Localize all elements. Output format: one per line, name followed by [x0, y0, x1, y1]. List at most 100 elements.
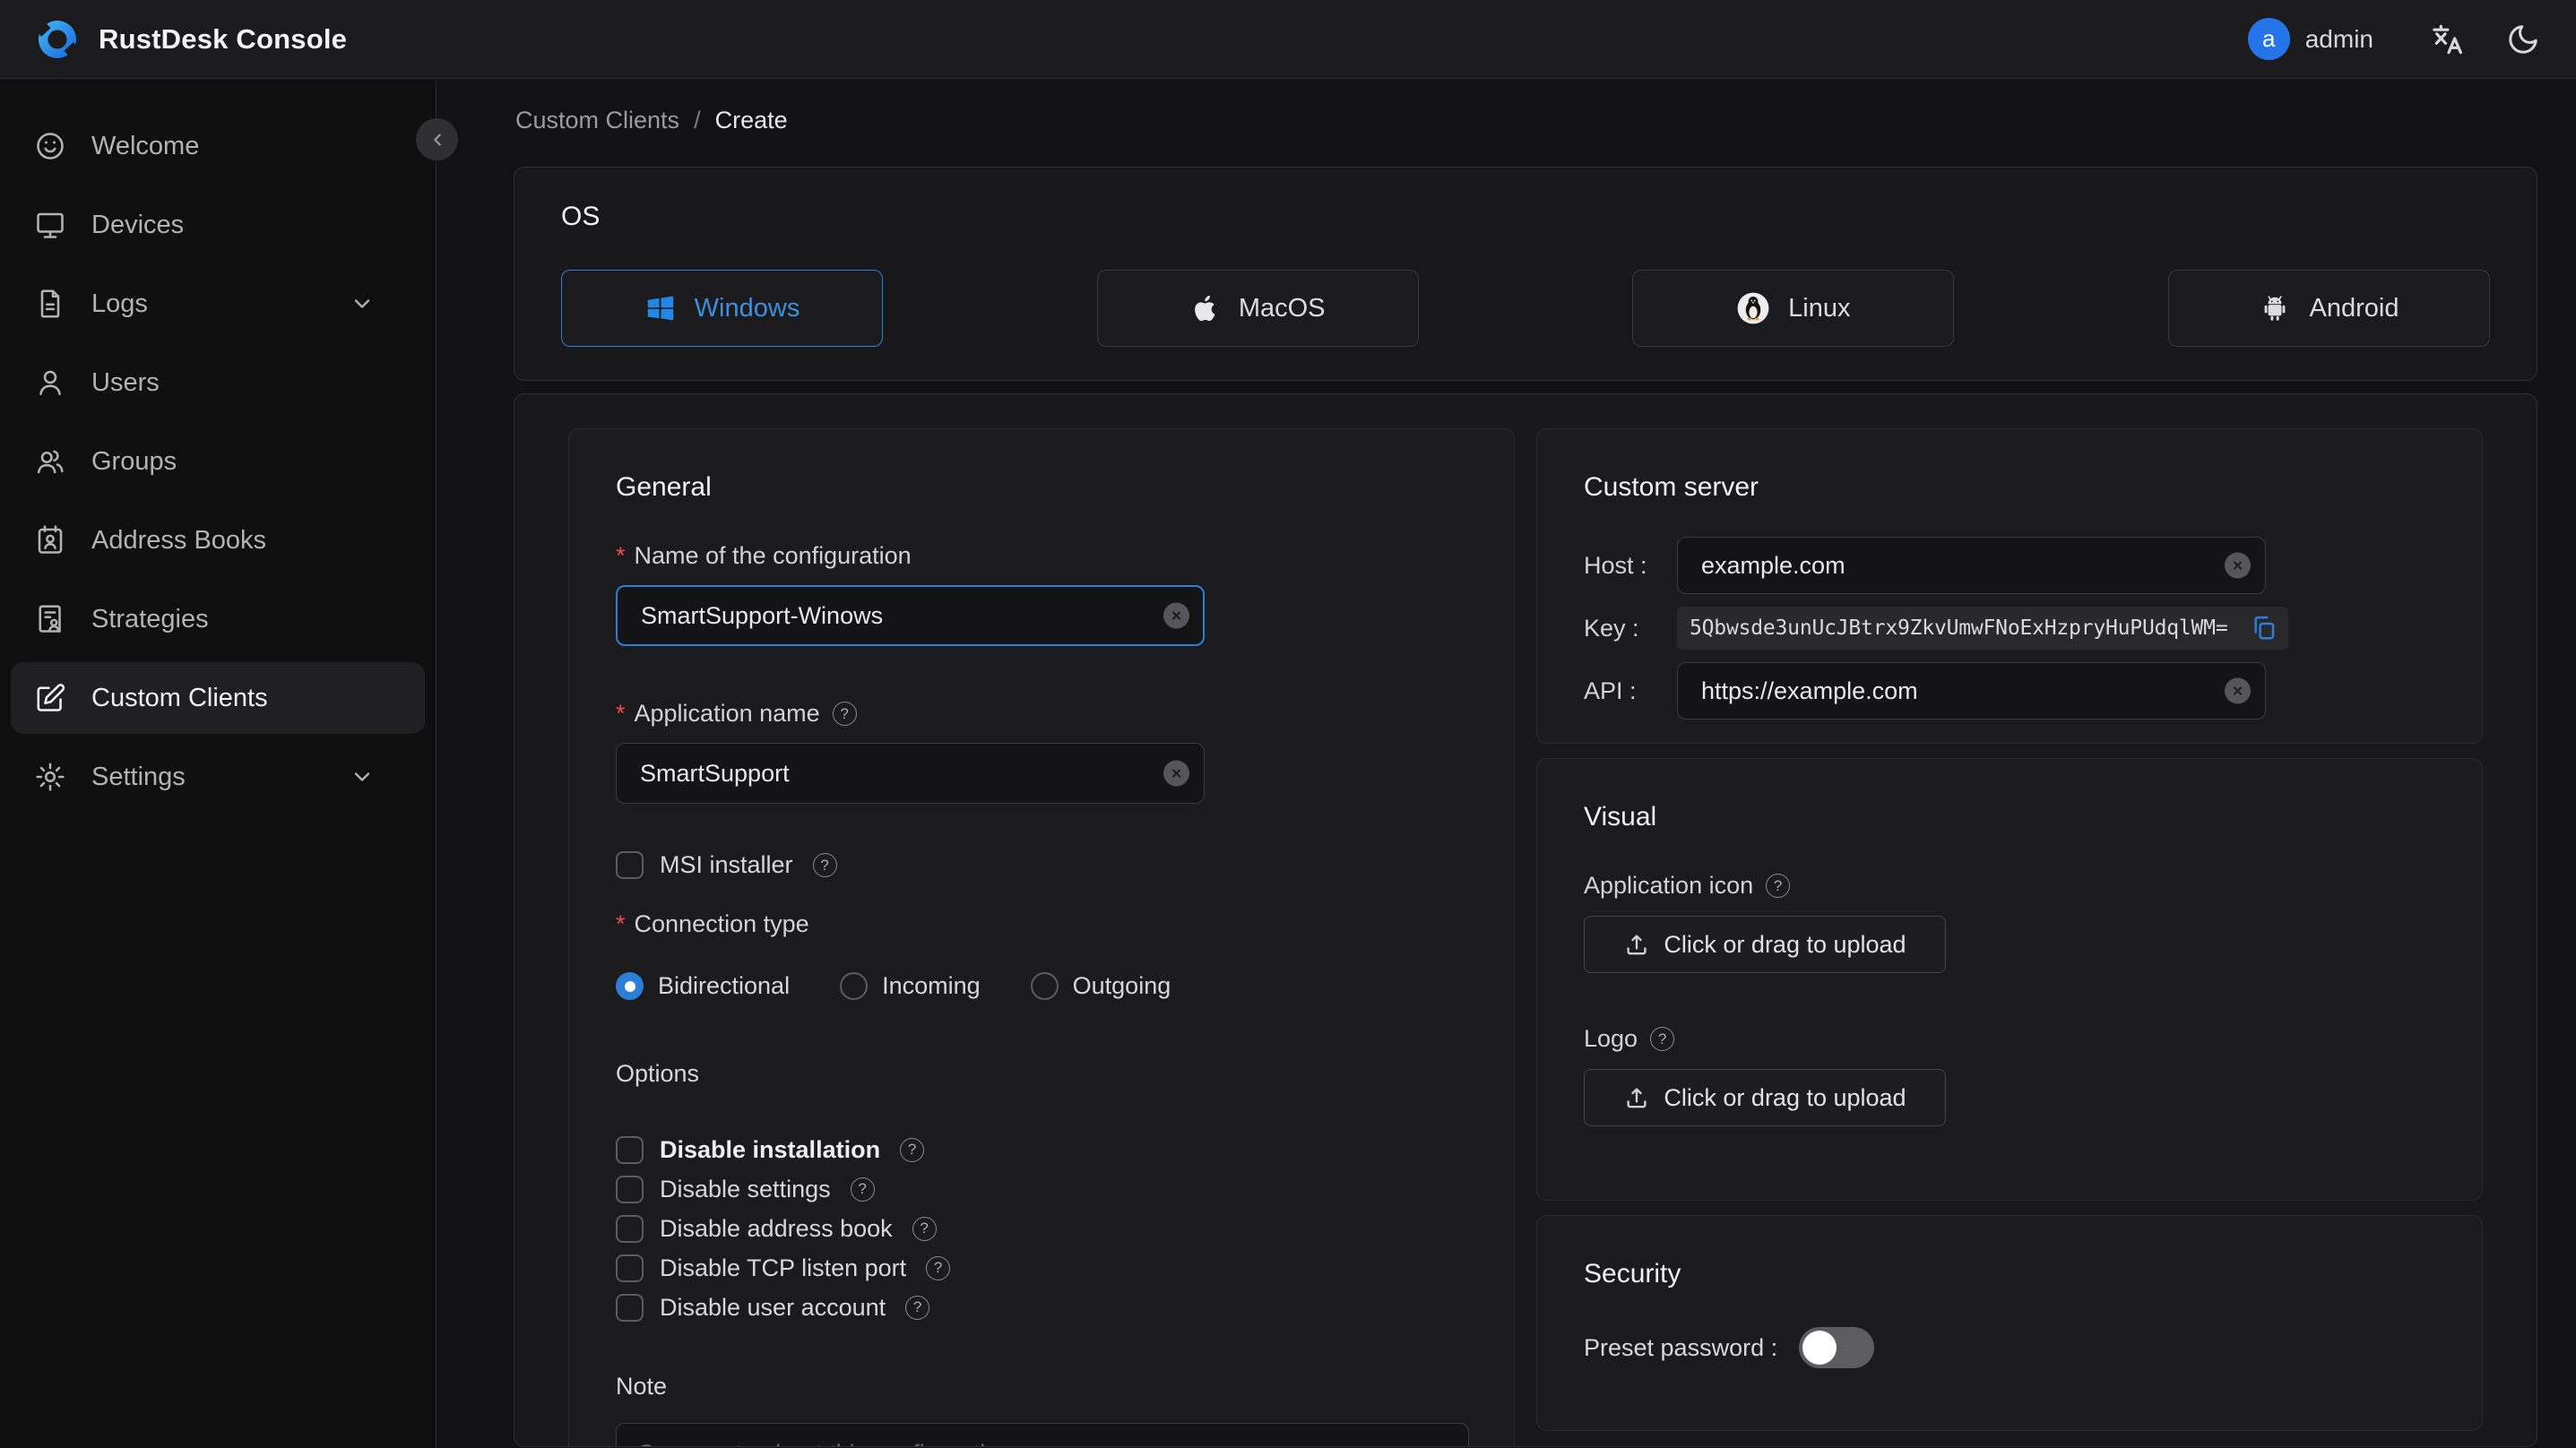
os-button-linux[interactable]: Linux [1632, 270, 1955, 347]
app-name-input[interactable] [616, 743, 1205, 804]
options-label: Options [616, 1060, 700, 1087]
clear-icon[interactable]: ✕ [2225, 552, 2251, 579]
clear-icon[interactable]: ✕ [1163, 760, 1189, 787]
sidebar-item-label: Custom Clients [91, 683, 268, 712]
option-disable-tcp-listen-port: Disable TCP listen port ? [616, 1253, 1467, 1283]
app-name-label: * Application name ? [616, 700, 1467, 728]
translate-icon [2433, 24, 2462, 54]
sidebar-item-users[interactable]: Users [11, 347, 425, 418]
monitor-icon [37, 212, 64, 238]
clear-icon[interactable]: ✕ [2225, 677, 2251, 704]
sidebar-item-settings[interactable]: Settings [11, 741, 425, 813]
help-icon[interactable]: ? [850, 1176, 875, 1202]
upload-label: Click or drag to upload [1664, 1083, 1906, 1111]
apple-icon [1194, 295, 1215, 322]
radio-icon [1030, 972, 1059, 1000]
sidebar-item-groups[interactable]: Groups [11, 426, 425, 497]
connection-type-group: Bidirectional Incoming Outgoing [616, 972, 1467, 1000]
radio-outgoing[interactable]: Outgoing [1030, 972, 1171, 1000]
sidebar-item-address-books[interactable]: Address Books [11, 504, 425, 576]
help-icon[interactable]: ? [812, 853, 837, 877]
gear-icon [36, 763, 65, 791]
host-label: Host : [1584, 551, 1647, 579]
sidebar-item-custom-clients[interactable]: Custom Clients [11, 662, 425, 734]
os-button-label: Windows [694, 293, 800, 323]
users-icon [37, 450, 64, 474]
logo-label: Logo ? [1584, 1025, 2435, 1053]
help-icon[interactable]: ? [926, 1255, 951, 1280]
msi-installer-checkbox[interactable] [616, 851, 644, 879]
sidebar-item-logs[interactable]: Logs [11, 268, 425, 340]
language-button[interactable] [2429, 22, 2465, 57]
disable-tcp-listen-port-checkbox[interactable] [616, 1254, 644, 1282]
breadcrumb: Custom Clients / Create [515, 107, 2537, 134]
help-icon[interactable]: ? [905, 1295, 930, 1320]
disable-installation-checkbox[interactable] [616, 1135, 644, 1164]
key-value-box: 5Qbwsde3unUcJBtrx9ZkvUmwFNoExHzpryHuPUdq… [1677, 607, 2288, 650]
os-button-label: MacOS [1238, 293, 1326, 323]
api-input[interactable] [1677, 662, 2266, 720]
sidebar: Welcome Devices Logs Users Groups Addres… [0, 80, 437, 1448]
option-disable-settings: Disable settings ? [616, 1174, 1467, 1204]
host-row: Host : ✕ [1584, 537, 2435, 594]
help-icon[interactable]: ? [1650, 1027, 1675, 1051]
note-label: Note [616, 1373, 668, 1400]
logo-upload-button[interactable]: Click or drag to upload [1584, 1069, 1946, 1126]
avatar[interactable]: a [2247, 18, 2290, 60]
key-value: 5Qbwsde3unUcJBtrx9ZkvUmwFNoExHzpryHuPUdq… [1690, 616, 2228, 640]
help-icon[interactable]: ? [900, 1137, 925, 1162]
avatar-letter: a [2262, 25, 2276, 52]
radio-icon [616, 972, 644, 1000]
file-icon [40, 289, 60, 318]
address-book-icon [38, 525, 63, 554]
msi-installer-row: MSI installer ? [616, 851, 1467, 879]
breadcrumb-parent[interactable]: Custom Clients [515, 107, 679, 134]
sidebar-item-devices[interactable]: Devices [11, 189, 425, 261]
chevron-down-icon [354, 772, 370, 781]
general-title: General [616, 472, 712, 502]
security-title: Security [1584, 1259, 1681, 1289]
copy-key-button[interactable] [2251, 615, 2278, 642]
main-content: Custom Clients / Create OS Windows MacOS [437, 80, 2576, 1448]
custom-server-title: Custom server [1584, 472, 1759, 502]
config-name-input[interactable] [616, 585, 1205, 646]
help-icon[interactable]: ? [1766, 874, 1791, 898]
preset-password-toggle[interactable] [1799, 1327, 1875, 1368]
smiley-icon [37, 133, 64, 159]
user-icon [39, 370, 61, 396]
app-icon-upload-button[interactable]: Click or drag to upload [1584, 916, 1946, 973]
sidebar-item-label: Logs [91, 289, 148, 318]
sidebar-item-welcome[interactable]: Welcome [11, 110, 425, 182]
help-icon[interactable]: ? [912, 1216, 937, 1241]
radio-bidirectional[interactable]: Bidirectional [616, 972, 790, 1000]
windows-icon [647, 296, 673, 321]
android-icon [2265, 296, 2286, 321]
os-button-macos[interactable]: MacOS [1096, 270, 1419, 347]
os-button-android[interactable]: Android [2167, 270, 2490, 347]
dark-mode-toggle[interactable] [2506, 22, 2540, 56]
strategy-icon [39, 605, 61, 633]
radio-icon [840, 972, 869, 1000]
disable-address-book-checkbox[interactable] [616, 1214, 644, 1243]
edit-square-icon [37, 684, 65, 711]
host-input[interactable] [1677, 537, 2266, 594]
disable-user-account-checkbox[interactable] [616, 1293, 644, 1322]
os-section: OS Windows MacOS Linux Android [514, 167, 2537, 381]
disable-settings-checkbox[interactable] [616, 1175, 644, 1203]
general-section: General * Name of the configuration ✕ * … [568, 428, 1515, 1446]
help-icon[interactable]: ? [832, 702, 857, 726]
note-textarea[interactable] [616, 1423, 1469, 1446]
radio-incoming[interactable]: Incoming [840, 972, 981, 1000]
sidebar-item-strategies[interactable]: Strategies [11, 583, 425, 655]
breadcrumb-current: Create [714, 107, 788, 134]
top-right-cluster: a admin [2247, 18, 2540, 60]
required-asterisk: * [616, 910, 626, 937]
sidebar-collapse-button[interactable] [416, 118, 458, 160]
option-disable-address-book: Disable address book ? [616, 1213, 1467, 1244]
os-button-windows[interactable]: Windows [561, 270, 883, 347]
clear-icon[interactable]: ✕ [1163, 602, 1189, 629]
rustdesk-logo [37, 20, 78, 58]
toggle-knob [1802, 1331, 1837, 1365]
upload-icon [1627, 935, 1647, 955]
sidebar-item-label: Users [91, 367, 160, 397]
